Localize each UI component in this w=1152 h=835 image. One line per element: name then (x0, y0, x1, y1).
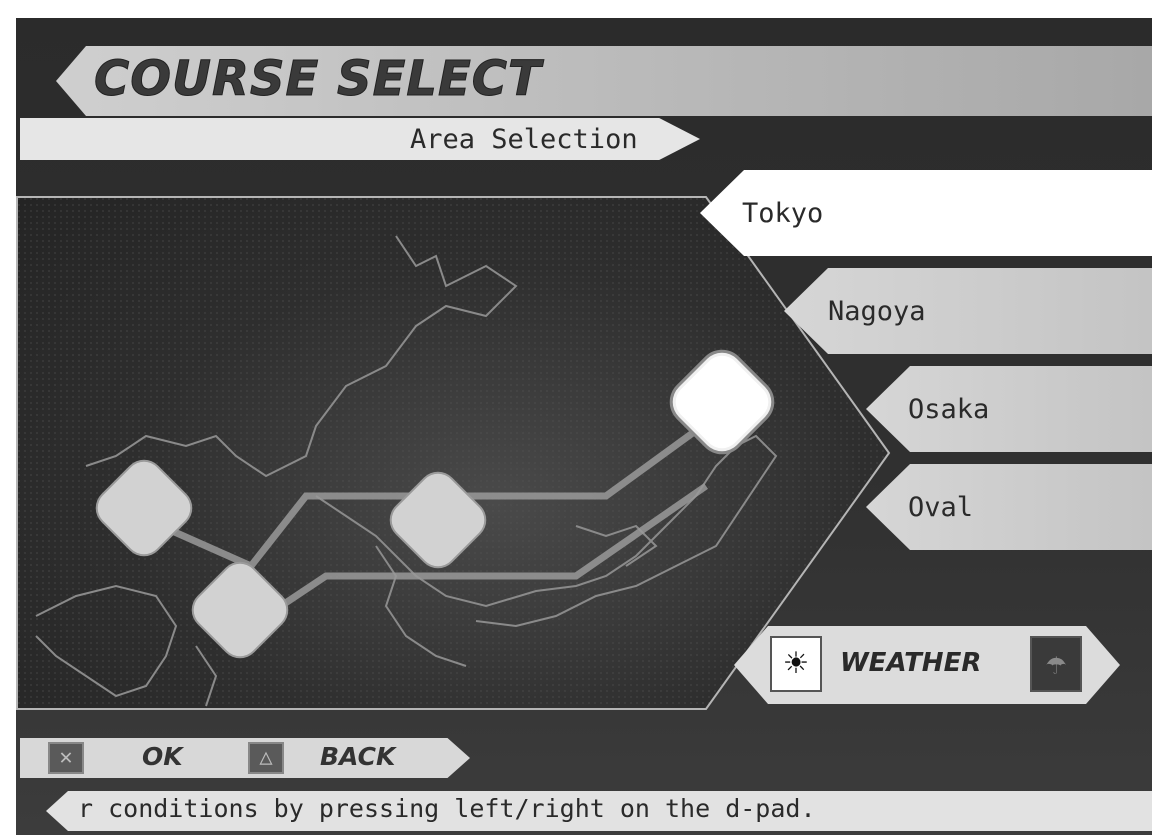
japan-map (16, 196, 888, 708)
hint-text: r conditions by pressing left/right on t… (78, 794, 816, 823)
sun-icon[interactable]: ☀ (770, 636, 822, 692)
controls-bar (20, 738, 470, 778)
area-label-oval: Oval (908, 492, 974, 523)
area-label-tokyo: Tokyo (742, 198, 824, 229)
area-label-osaka: Osaka (908, 394, 990, 425)
weather-label: WEATHER (840, 648, 982, 678)
screen-title: COURSE SELECT (94, 51, 542, 108)
rain-icon[interactable]: ☂ (1030, 636, 1082, 692)
cross-button-icon: ✕ (48, 742, 84, 774)
map-panel (16, 196, 888, 708)
area-selection-label: Area Selection (410, 124, 638, 155)
game-screen: COURSE SELECT Area Selection Tokyo Nagoy… (16, 18, 1152, 835)
back-label[interactable]: BACK (320, 742, 395, 771)
triangle-button-icon: △ (248, 742, 284, 774)
area-label-nagoya: Nagoya (828, 296, 926, 327)
ok-label[interactable]: OK (142, 742, 183, 771)
